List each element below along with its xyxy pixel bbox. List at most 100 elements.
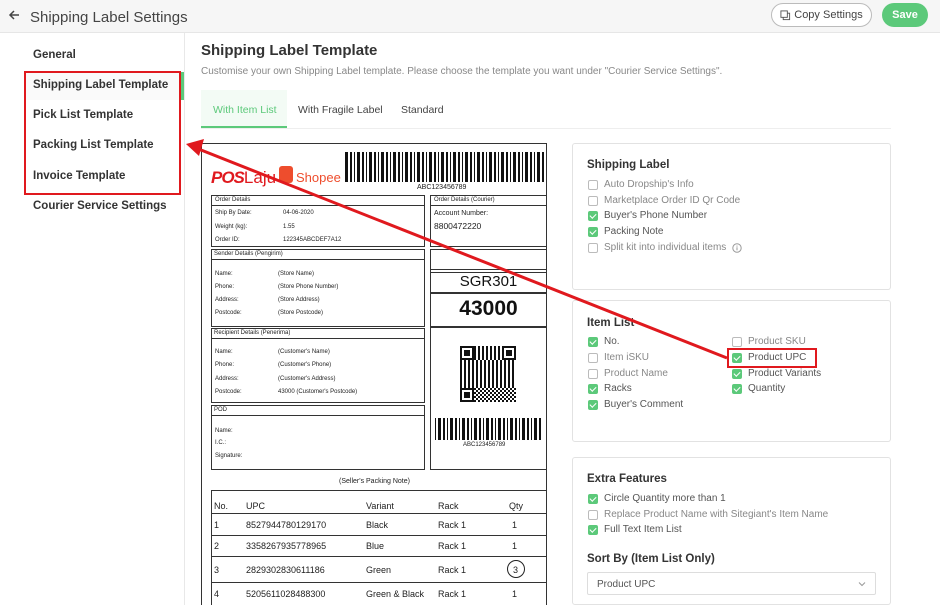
barcode-bar	[459, 418, 460, 440]
option-split-kit[interactable]: Split kit into individual items	[588, 242, 742, 253]
barcode-bar	[498, 152, 499, 182]
qr-module	[480, 364, 482, 366]
qr-module	[512, 384, 514, 386]
qr-module	[474, 356, 476, 358]
table-cell: 1	[214, 520, 220, 530]
qr-module	[508, 368, 510, 370]
barcode-bar	[405, 152, 408, 182]
qr-module	[506, 350, 508, 352]
qr-module	[502, 358, 504, 360]
qr-module	[472, 364, 474, 366]
qr-module	[508, 374, 510, 376]
checkbox[interactable]	[588, 352, 598, 363]
qr-module	[500, 382, 502, 384]
qr-module	[504, 378, 506, 380]
table-cell: Green & Black	[366, 589, 425, 599]
qr-module	[480, 374, 482, 376]
qr-module	[514, 350, 516, 352]
qr-module	[476, 398, 478, 400]
checkbox[interactable]	[732, 383, 742, 394]
qr-module	[472, 346, 474, 348]
table-cell: Rack 1	[438, 541, 467, 551]
qr-module	[506, 388, 508, 390]
copy-settings-button[interactable]: Copy Settings	[771, 3, 872, 27]
qr-module	[486, 346, 488, 348]
qr-module	[464, 382, 466, 384]
qr-module	[494, 400, 496, 402]
barcode-bar	[450, 418, 453, 440]
checkbox[interactable]	[732, 368, 742, 379]
tab-standard[interactable]: Standard	[401, 104, 444, 116]
checkbox[interactable]	[588, 226, 598, 237]
checkbox[interactable]	[588, 383, 598, 394]
checkbox[interactable]	[588, 493, 598, 504]
qr-module	[500, 386, 502, 388]
section-title: Shipping Label Template	[201, 42, 378, 59]
checkbox[interactable]	[588, 399, 598, 410]
qr-module	[464, 384, 466, 386]
qr-module	[486, 352, 488, 354]
option-marketplace-order-qr[interactable]: Marketplace Order ID Qr Code	[588, 195, 740, 206]
recipient-row-value: (Customer's Address)	[278, 376, 336, 382]
back-arrow-icon[interactable]	[6, 7, 22, 23]
qr-module	[464, 374, 466, 376]
option-buyer-phone[interactable]: Buyer's Phone Number	[588, 210, 707, 221]
tab-with-item-list[interactable]: With Item List	[213, 104, 277, 116]
option-buyer-comment[interactable]: Buyer's Comment	[588, 399, 683, 410]
checkbox[interactable]	[588, 210, 598, 221]
checkbox[interactable]	[588, 509, 598, 520]
option-product-name[interactable]: Product Name	[588, 368, 668, 379]
qr-module	[478, 352, 480, 354]
option-no[interactable]: No.	[588, 336, 620, 347]
checkbox[interactable]	[588, 368, 598, 379]
option-product-variants[interactable]: Product Variants	[732, 368, 821, 379]
qr-module	[484, 390, 486, 392]
qr-module	[512, 398, 514, 400]
option-packing-note[interactable]: Packing Note	[588, 226, 663, 237]
qr-module	[512, 394, 514, 396]
qr-module	[508, 372, 510, 374]
qr-module	[504, 370, 506, 372]
qr-module	[476, 386, 478, 388]
qr-module	[464, 394, 466, 396]
tab-with-fragile-label[interactable]: With Fragile Label	[298, 104, 383, 116]
option-item-isku[interactable]: Item iSKU	[588, 352, 649, 363]
qr-module	[502, 354, 504, 356]
barcode-bar	[429, 152, 432, 182]
qr-module	[504, 376, 506, 378]
sidebar-item-courier-service-settings[interactable]: Courier Service Settings	[33, 200, 167, 212]
qr-module	[460, 368, 462, 370]
info-icon[interactable]	[732, 242, 742, 253]
barcode-bar	[417, 152, 420, 182]
qr-module	[508, 346, 510, 348]
option-product-sku[interactable]: Product SKU	[732, 336, 806, 347]
checkbox[interactable]	[588, 336, 598, 347]
qr-module	[486, 388, 488, 390]
option-racks[interactable]: Racks	[588, 383, 632, 394]
qr-module	[462, 346, 464, 348]
save-button[interactable]: Save	[882, 3, 928, 27]
option-circle-quantity[interactable]: Circle Quantity more than 1	[588, 493, 726, 504]
checkbox[interactable]	[732, 336, 742, 347]
sidebar-item-general[interactable]: General	[33, 49, 76, 61]
checkbox[interactable]	[588, 195, 598, 206]
checkbox[interactable]	[588, 242, 598, 253]
sort-by-select[interactable]: Product UPC	[587, 572, 876, 595]
barcode-bar	[393, 152, 396, 182]
qr-module	[466, 388, 468, 390]
checkbox[interactable]	[588, 524, 598, 535]
qr-module	[514, 356, 516, 358]
barcode-bar	[438, 152, 439, 182]
qr-module	[496, 364, 498, 366]
qr-module	[474, 348, 476, 350]
postcode-large: 43000	[459, 297, 518, 320]
option-replace-product-name[interactable]: Replace Product Name with Sitegiant's It…	[588, 509, 828, 520]
option-auto-dropship-info[interactable]: Auto Dropship's Info	[588, 179, 694, 190]
qr-module	[474, 392, 476, 394]
qr-module	[470, 400, 472, 402]
option-full-text-item-list[interactable]: Full Text Item List	[588, 524, 682, 535]
checkbox[interactable]	[588, 179, 598, 190]
option-quantity[interactable]: Quantity	[732, 383, 785, 394]
barcode-bar	[398, 152, 400, 182]
qr-module	[510, 350, 512, 352]
